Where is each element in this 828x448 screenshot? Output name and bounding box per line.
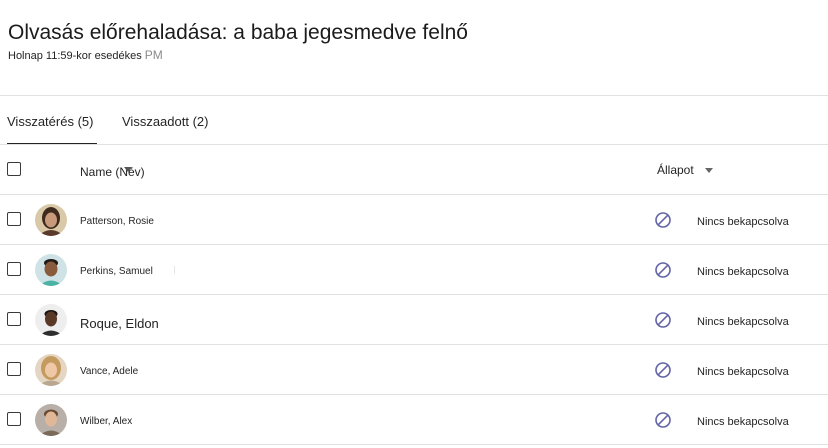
row-divider bbox=[0, 444, 828, 445]
row-checkbox[interactable] bbox=[7, 212, 21, 226]
avatar bbox=[35, 204, 67, 236]
row-checkbox[interactable] bbox=[7, 312, 21, 326]
tab-returned[interactable]: Visszatérés (5) bbox=[7, 114, 93, 130]
header-row-divider bbox=[0, 194, 828, 195]
status-text: Nincs bekapcsolva bbox=[697, 266, 789, 278]
row-checkbox[interactable] bbox=[7, 412, 21, 426]
avatar bbox=[35, 354, 67, 386]
not-submitted-icon bbox=[654, 311, 672, 329]
chevron-down-icon[interactable] bbox=[705, 168, 713, 173]
status-text: Nincs bekapcsolva bbox=[697, 366, 789, 378]
header-divider bbox=[0, 95, 828, 96]
tab-returned-back[interactable]: Visszaadott (2) bbox=[122, 114, 208, 130]
status-text: Nincs bekapcsolva bbox=[697, 316, 789, 328]
tabs-divider bbox=[0, 144, 828, 145]
due-time-suffix: PM bbox=[144, 48, 163, 62]
status-text: Nincs bekapcsolva bbox=[697, 216, 789, 228]
assignment-title: Olvasás előrehaladása: a baba jegesmedve… bbox=[8, 21, 468, 44]
student-name[interactable]: Patterson, Rosie bbox=[80, 216, 154, 228]
row-divider bbox=[0, 344, 828, 345]
name-column-header[interactable]: Name (Név) bbox=[80, 165, 145, 179]
not-submitted-icon bbox=[654, 411, 672, 429]
row-divider bbox=[0, 244, 828, 245]
not-submitted-icon bbox=[654, 261, 672, 279]
row-checkbox[interactable] bbox=[7, 262, 21, 276]
avatar bbox=[35, 404, 67, 436]
due-date: Holnap 11:59-kor esedékes PM bbox=[8, 48, 163, 63]
avatar bbox=[35, 254, 67, 286]
student-name[interactable]: Roque, Eldon bbox=[80, 316, 159, 331]
status-column-header[interactable]: Állapot bbox=[657, 163, 694, 177]
row-checkbox[interactable] bbox=[7, 362, 21, 376]
row-divider bbox=[0, 294, 828, 295]
select-all-checkbox[interactable] bbox=[7, 162, 21, 176]
avatar bbox=[35, 304, 67, 336]
not-submitted-icon bbox=[654, 361, 672, 379]
row-divider bbox=[0, 394, 828, 395]
student-name[interactable]: Wilber, Alex bbox=[80, 416, 132, 428]
not-submitted-icon bbox=[654, 211, 672, 229]
student-name[interactable]: Vance, Adele bbox=[80, 366, 138, 378]
due-date-text: Holnap 11:59-kor esedékes bbox=[8, 50, 142, 62]
sort-arrow-icon[interactable] bbox=[124, 167, 132, 172]
status-text: Nincs bekapcsolva bbox=[697, 416, 789, 428]
student-name[interactable]: Perkins, Samuel bbox=[80, 266, 153, 278]
cursor-mark bbox=[174, 266, 175, 274]
